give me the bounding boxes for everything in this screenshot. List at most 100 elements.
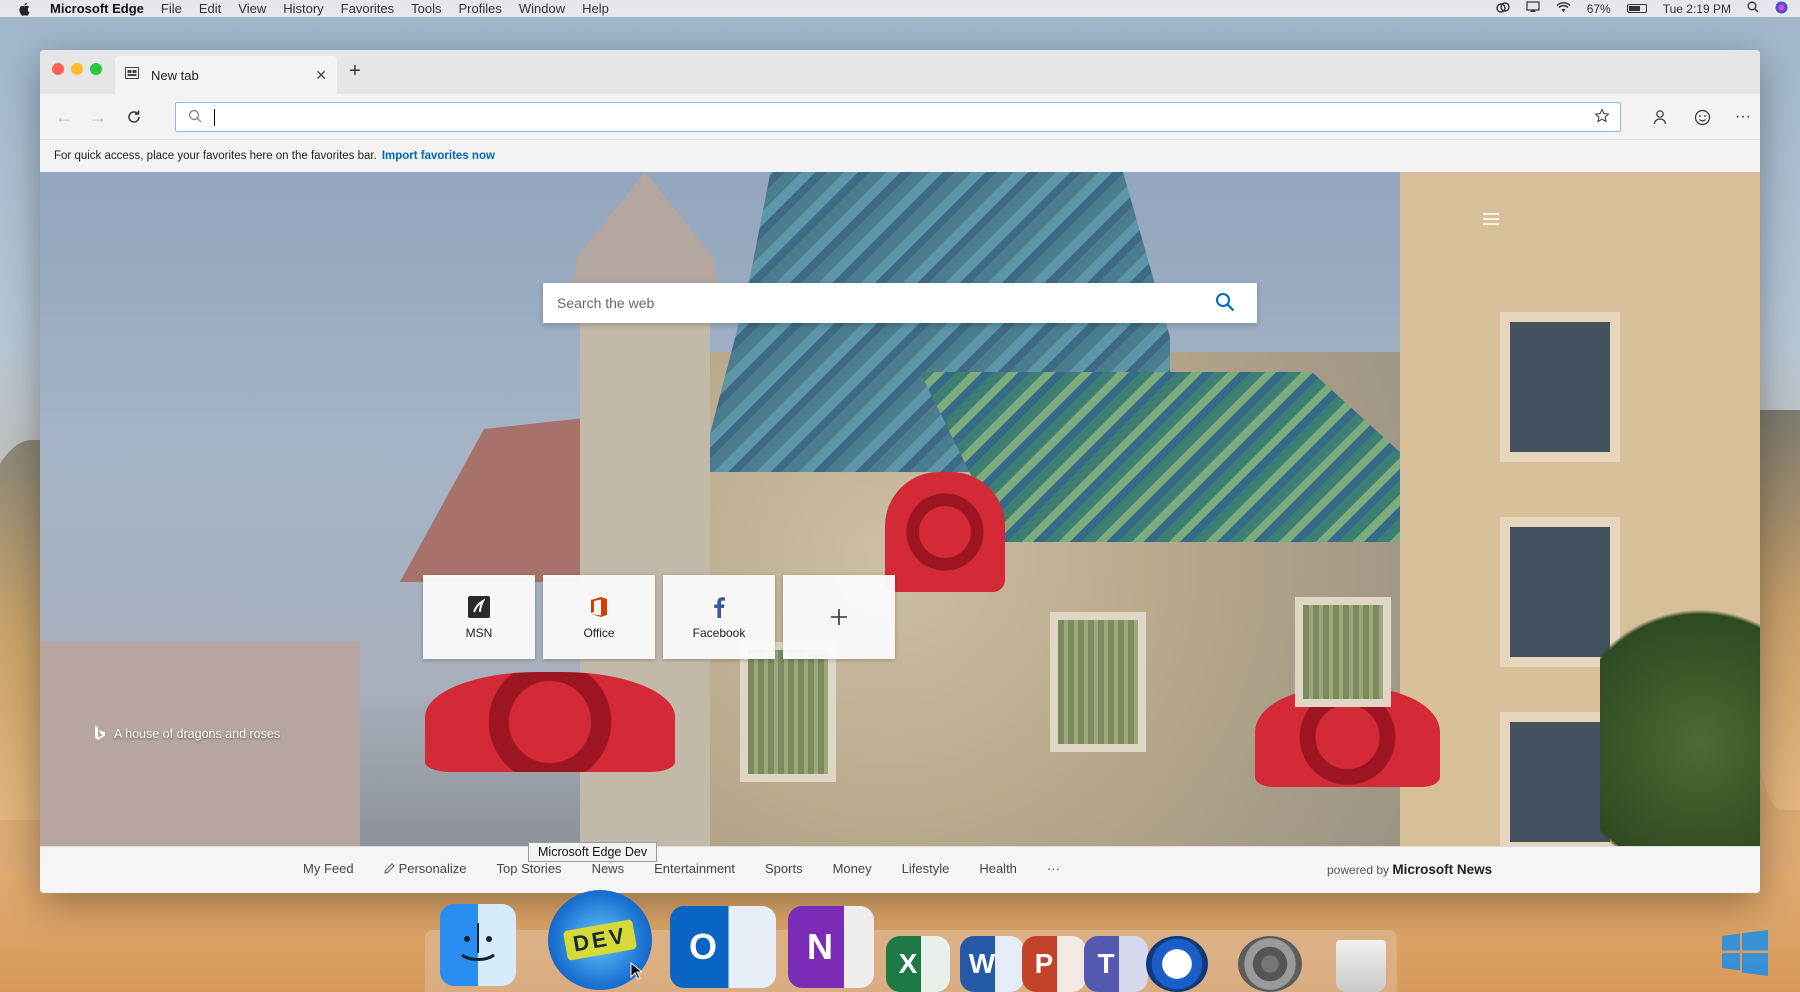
feed-tab-sports[interactable]: Sports [765, 861, 803, 876]
add-favorite-star-icon[interactable] [1594, 108, 1610, 129]
menubar-status-area: 67% Tue 2:19 PM [1496, 0, 1788, 17]
feed-tab-personalize-label: Personalize [398, 861, 467, 876]
back-button[interactable]: ← [54, 107, 74, 127]
profile-button[interactable] [1649, 106, 1671, 128]
msn-icon [468, 594, 490, 620]
macos-menubar: Microsoft Edge File Edit View History Fa… [0, 0, 1800, 17]
menu-profiles[interactable]: Profiles [459, 1, 502, 16]
web-search-box[interactable] [543, 283, 1257, 323]
wifi-icon[interactable] [1556, 1, 1571, 16]
word-letter-icon: W [968, 948, 996, 979]
feed-tab-health[interactable]: Health [979, 861, 1017, 876]
powered-by-prefix: powered by [1327, 863, 1390, 877]
zoom-window-button[interactable] [90, 63, 102, 75]
outlook-icon[interactable]: O [670, 906, 776, 988]
web-search-input[interactable] [557, 293, 1197, 313]
edge-browser-window: New tab ✕ + ← → ··· For quick access, pl… [40, 50, 1760, 893]
favorites-bar-message: For quick access, place your favorites h… [54, 150, 377, 162]
refresh-icon [128, 110, 140, 123]
new-tab-page-icon [125, 67, 141, 83]
teams-letter-icon: T [1097, 948, 1115, 979]
page-settings-hamburger-icon[interactable] [1482, 210, 1500, 231]
menu-edit[interactable]: Edit [199, 1, 221, 16]
menu-help[interactable]: Help [582, 1, 609, 16]
tab-strip: New tab ✕ + [40, 50, 1760, 94]
apple-icon[interactable] [18, 2, 32, 16]
feed-tab-money[interactable]: Money [833, 861, 872, 876]
feed-tab-entertainment[interactable]: Entertainment [654, 861, 735, 876]
menubar-clock[interactable]: Tue 2:19 PM [1663, 2, 1731, 16]
teams-icon[interactable]: T [1084, 936, 1148, 992]
smiley-feedback-icon [1694, 109, 1710, 125]
bing-logo-icon [95, 726, 105, 740]
menu-favorites[interactable]: Favorites [341, 1, 394, 16]
feed-tab-top-stories[interactable]: Top Stories [497, 861, 562, 876]
top-site-tile-office[interactable]: Office [543, 575, 655, 659]
navigation-toolbar: ← → ··· [40, 94, 1760, 140]
powerpoint-icon[interactable]: P [1022, 936, 1086, 992]
feed-tab-personalize[interactable]: Personalize [383, 861, 467, 876]
close-tab-icon[interactable]: ✕ [315, 67, 327, 84]
add-icon [830, 604, 848, 630]
onenote-icon[interactable]: N [788, 906, 874, 988]
excel-letter-icon: X [898, 948, 918, 979]
word-icon[interactable]: W [960, 936, 1024, 992]
tile-label: Office [583, 626, 615, 640]
import-favorites-link[interactable]: Import favorites now [382, 150, 495, 162]
background-building-left [40, 642, 360, 860]
background-roses [885, 472, 1005, 592]
feed-tab-lifestyle[interactable]: Lifestyle [902, 861, 950, 876]
onenote-letter-icon: N [807, 926, 833, 967]
menu-history[interactable]: History [283, 1, 323, 16]
spotlight-search-icon[interactable] [1747, 1, 1759, 16]
battery-icon[interactable] [1626, 4, 1647, 13]
menu-file[interactable]: File [161, 1, 182, 16]
powered-by-microsoft-news[interactable]: powered by Microsoft News [1327, 862, 1492, 877]
menu-app-name[interactable]: Microsoft Edge [50, 1, 144, 16]
finder-icon[interactable] [440, 904, 516, 986]
menu-view[interactable]: View [238, 1, 266, 16]
feedback-button[interactable] [1691, 106, 1713, 128]
minimize-window-button[interactable] [71, 63, 83, 75]
tab-title: New tab [151, 67, 199, 83]
settings-more-button[interactable]: ··· [1732, 106, 1754, 128]
address-input[interactable] [212, 106, 1572, 128]
trash-icon[interactable] [1336, 940, 1386, 992]
outlook-letter-icon: O [688, 926, 717, 967]
background-window [1500, 312, 1620, 462]
battery-level [1628, 6, 1640, 11]
text-caret [214, 109, 215, 126]
windows-logo-icon [1722, 930, 1768, 976]
creative-cloud-icon[interactable] [1496, 1, 1510, 16]
address-bar[interactable] [175, 102, 1621, 132]
close-window-button[interactable] [52, 63, 64, 75]
new-tab-background-image: MSN Office Facebook A ho [40, 172, 1760, 860]
new-tab-button[interactable]: + [343, 60, 367, 83]
mouse-cursor-icon [630, 961, 644, 985]
refresh-button[interactable] [124, 107, 144, 127]
powerpoint-letter-icon: P [1034, 948, 1054, 979]
background-roses [425, 672, 675, 772]
quicktime-icon[interactable] [1146, 936, 1208, 992]
excel-icon[interactable]: X [886, 936, 950, 992]
powered-by-brand: Microsoft News [1392, 862, 1493, 877]
airplay-icon[interactable] [1526, 1, 1540, 16]
tab-new-tab[interactable]: New tab ✕ [115, 56, 337, 94]
top-site-tile-msn[interactable]: MSN [423, 575, 535, 659]
feed-tab-news[interactable]: News [592, 861, 625, 876]
menu-window[interactable]: Window [519, 1, 565, 16]
background-shutter [1295, 597, 1391, 707]
feed-tabs: My Feed Personalize Top Stories News Ent… [303, 861, 1060, 876]
system-preferences-icon[interactable] [1238, 936, 1302, 992]
feed-tab-my-feed[interactable]: My Feed [303, 861, 354, 876]
image-credit[interactable]: A house of dragons and roses [94, 726, 280, 742]
pencil-icon [383, 863, 395, 874]
news-feed-nav: My Feed Personalize Top Stories News Ent… [40, 846, 1760, 893]
forward-button[interactable]: → [88, 107, 108, 127]
add-site-tile[interactable] [783, 575, 895, 659]
top-site-tile-facebook[interactable]: Facebook [663, 575, 775, 659]
web-search-button-icon[interactable] [1215, 292, 1235, 317]
menu-tools[interactable]: Tools [411, 1, 441, 16]
feed-more-button[interactable]: ··· [1047, 861, 1060, 876]
siri-icon[interactable] [1775, 1, 1788, 17]
